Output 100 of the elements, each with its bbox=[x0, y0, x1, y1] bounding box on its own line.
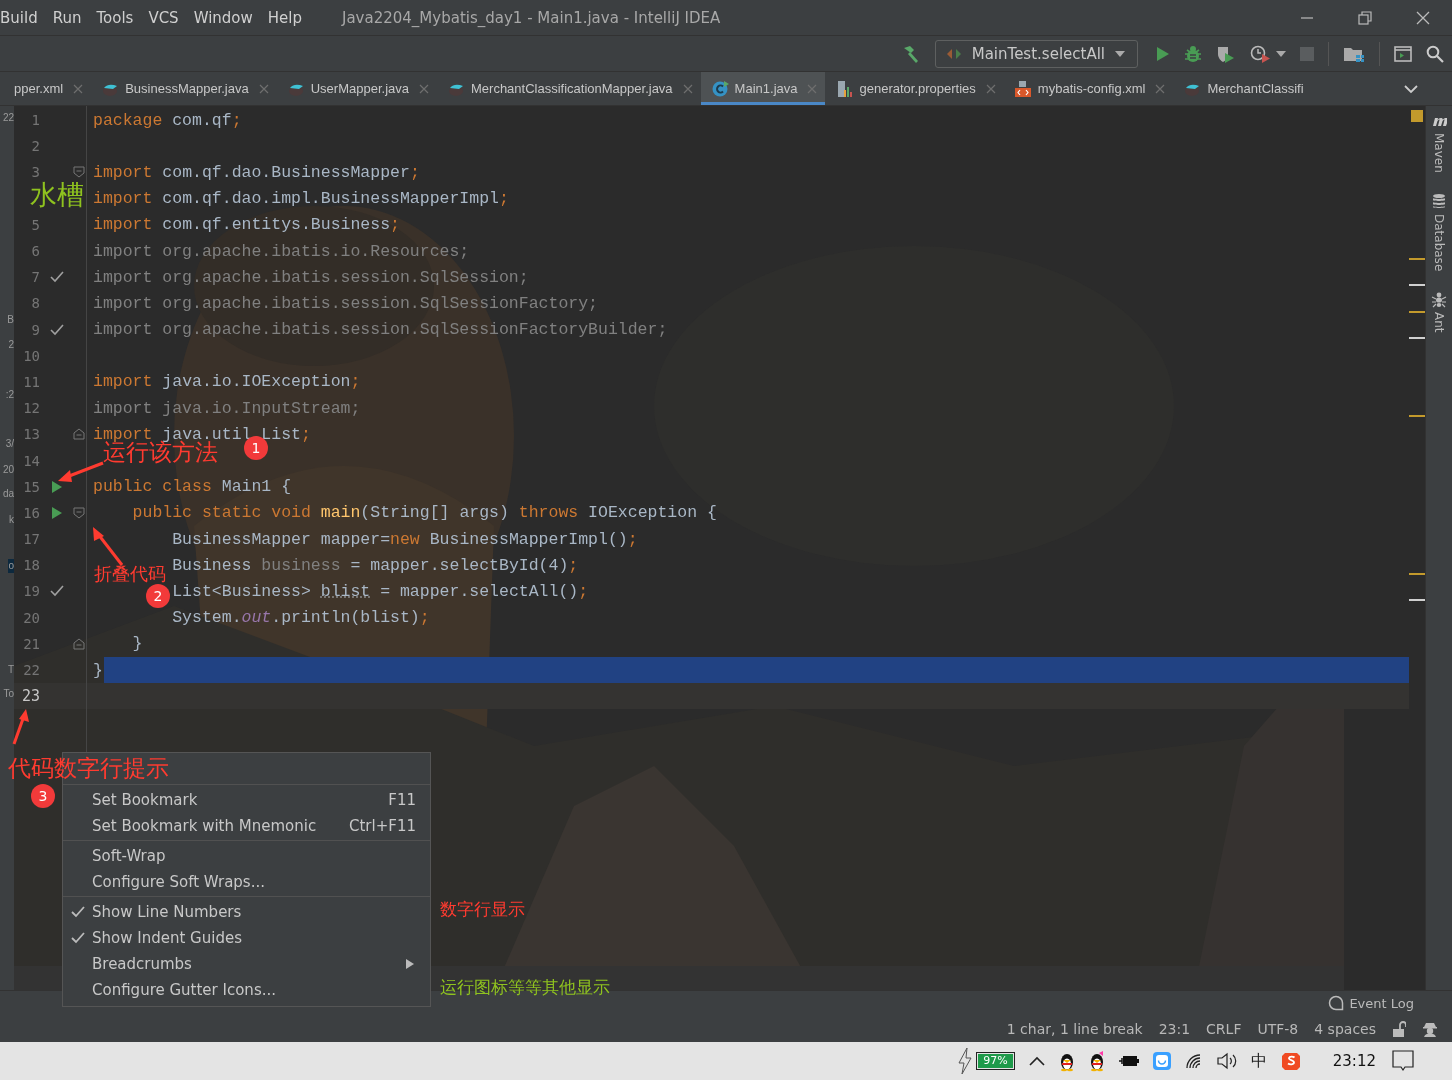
speech-bubble-icon bbox=[1328, 995, 1345, 1011]
status-item[interactable]: 23:1 bbox=[1158, 1020, 1191, 1037]
run-icon[interactable] bbox=[51, 505, 63, 520]
editor-tab[interactable]: Main1.java bbox=[700, 72, 826, 105]
chevron-up-icon[interactable] bbox=[1028, 1056, 1045, 1066]
code-line: BusinessMapper mapper=new BusinessMapperImpl(); bbox=[172, 529, 638, 549]
annotation-text: 代码数字行提示 bbox=[8, 754, 169, 783]
editor-tab[interactable]: UserMapper.java bbox=[276, 72, 437, 105]
chevron-down-icon[interactable] bbox=[1404, 83, 1418, 94]
panel-text-fragment: k bbox=[9, 513, 14, 527]
line-number: 8 bbox=[30, 295, 40, 312]
code-line: import org.apache.ibatis.session.SqlSessionFactoryBuilder; bbox=[93, 320, 668, 340]
line-number: 6 bbox=[30, 243, 40, 260]
line-number: 13 bbox=[22, 426, 40, 443]
panel-text-fragment: T bbox=[7, 663, 14, 677]
line-number: 5 bbox=[30, 216, 40, 233]
window-title: Java2204_Mybatis_day1 - Main1.java - IntelliJ IDEA bbox=[342, 8, 722, 27]
tool-window-button[interactable]: Maven bbox=[1431, 112, 1447, 173]
menu-item[interactable]: Breadcrumbs bbox=[63, 951, 430, 977]
run-icon[interactable] bbox=[51, 479, 63, 494]
search-icon[interactable] bbox=[1426, 44, 1444, 63]
status-item[interactable]: 1 char, 1 line break bbox=[1006, 1020, 1143, 1037]
terminal-window-icon[interactable] bbox=[1394, 45, 1412, 62]
editor-tab[interactable]: MerchantClassificationMapper.java bbox=[437, 72, 701, 105]
code-line: } bbox=[93, 660, 103, 680]
line-number: 10 bbox=[22, 347, 40, 364]
battery-indicator[interactable]: 97% bbox=[976, 1052, 1015, 1070]
menu-item[interactable]: Help bbox=[267, 8, 302, 27]
fold-icon[interactable] bbox=[73, 637, 85, 650]
fold-icon[interactable] bbox=[73, 506, 85, 519]
panel-text-fragment: da bbox=[2, 487, 14, 501]
tool-window-button[interactable]: Ant bbox=[1431, 291, 1447, 333]
speaker-icon[interactable] bbox=[1216, 1052, 1237, 1070]
status-item[interactable]: UTF-8 bbox=[1257, 1020, 1299, 1037]
penguin-icon[interactable] bbox=[1088, 1050, 1105, 1072]
caret-icon[interactable] bbox=[1276, 50, 1286, 57]
line-number: 22 bbox=[22, 662, 40, 679]
code-line: package com.qf; bbox=[93, 110, 242, 130]
inspector-figure-icon[interactable] bbox=[1422, 1020, 1438, 1037]
menu-item[interactable]: VCS bbox=[148, 8, 179, 27]
unlocked-padlock-icon[interactable] bbox=[1392, 1020, 1406, 1037]
code-line: import java.io.InputStream; bbox=[93, 398, 361, 418]
menu-item[interactable]: Tools bbox=[96, 8, 134, 27]
wifi-icon[interactable] bbox=[1184, 1053, 1203, 1069]
line-number: 18 bbox=[22, 557, 40, 574]
annotation-text: 数字行显示 bbox=[440, 898, 525, 920]
editor-tab[interactable]: BusinessMapper.java bbox=[91, 72, 277, 105]
caret-icon bbox=[1115, 50, 1125, 57]
line-number: 15 bbox=[22, 478, 40, 495]
code-line: public static void main(String[] args) throws IOException { bbox=[132, 503, 717, 523]
menu-item[interactable]: Window bbox=[193, 8, 253, 27]
line-number: 2 bbox=[30, 138, 40, 155]
shield-run-icon[interactable] bbox=[1216, 44, 1236, 63]
clock-time[interactable]: 23:12 bbox=[1332, 1052, 1376, 1070]
file-icon bbox=[1013, 79, 1032, 98]
arrow bbox=[93, 527, 124, 566]
menu-item[interactable]: Run bbox=[52, 8, 82, 27]
status-item[interactable]: CRLF bbox=[1206, 1020, 1242, 1037]
s-logo-icon[interactable] bbox=[1280, 1051, 1301, 1071]
fold-icon[interactable] bbox=[73, 428, 85, 441]
menu-item[interactable]: Set Bookmark F11 bbox=[63, 787, 430, 813]
panel-text-fragment: 3/ bbox=[5, 437, 14, 451]
line-number: 14 bbox=[22, 452, 40, 469]
editor-tab[interactable]: mybatis-config.xml bbox=[1003, 72, 1174, 105]
input-method-indicator[interactable]: 中 bbox=[1250, 1050, 1267, 1072]
event-log-button[interactable]: Event Log bbox=[1328, 995, 1414, 1011]
menu-item[interactable]: Show Indent Guides bbox=[63, 925, 430, 951]
notification-icon[interactable] bbox=[1392, 1050, 1414, 1072]
code-line: import java.io.IOException; bbox=[93, 372, 361, 392]
status-item[interactable]: 4 spaces bbox=[1314, 1020, 1376, 1037]
menu-item[interactable]: Show Line Numbers bbox=[63, 899, 430, 925]
line-number: 1 bbox=[30, 112, 40, 129]
menu-item[interactable]: Set Bookmark with Mnemonic Ctrl+F11 bbox=[63, 813, 430, 839]
restore-icon[interactable] bbox=[1358, 10, 1372, 25]
run-configuration-dropdown[interactable]: MainTest.selectAll bbox=[934, 39, 1138, 68]
tool-window-button[interactable]: Database bbox=[1431, 192, 1447, 272]
clock-run-icon[interactable] bbox=[1250, 44, 1272, 63]
menu-item[interactable]: Soft-Wrap bbox=[63, 843, 430, 869]
code-line: public class Main1 { bbox=[93, 477, 292, 497]
editor-tab[interactable]: pper.xml bbox=[14, 72, 92, 105]
arrow bbox=[12, 709, 29, 745]
panel-text-fragment: :2 bbox=[5, 388, 14, 402]
database-icon bbox=[1431, 192, 1447, 210]
smiley-app-icon[interactable] bbox=[1152, 1052, 1171, 1070]
code-line: Business business = mapper.selectById(4); bbox=[172, 555, 579, 575]
close-icon[interactable] bbox=[1416, 10, 1430, 25]
plugged-battery-icon[interactable] bbox=[1118, 1055, 1139, 1067]
bug-icon[interactable] bbox=[1184, 44, 1202, 63]
code-line: System.out.println(blist); bbox=[172, 608, 430, 628]
editor-tab[interactable]: generator.properties bbox=[825, 72, 1004, 105]
menu-item[interactable]: Configure Gutter Icons... bbox=[63, 977, 430, 1003]
run-icon[interactable] bbox=[1154, 45, 1170, 62]
stop-icon[interactable] bbox=[1300, 46, 1314, 61]
line-number: 11 bbox=[22, 373, 40, 390]
code-line: import org.apache.ibatis.io.Resources; bbox=[93, 241, 470, 261]
fold-icon[interactable] bbox=[73, 166, 85, 179]
panel-text-fragment: 20 bbox=[2, 463, 14, 477]
editor-tab[interactable]: MerchantClassifi bbox=[1173, 72, 1312, 105]
menu-item[interactable]: Configure Soft Wraps... bbox=[63, 869, 430, 895]
menu-item[interactable]: Build bbox=[0, 8, 38, 27]
